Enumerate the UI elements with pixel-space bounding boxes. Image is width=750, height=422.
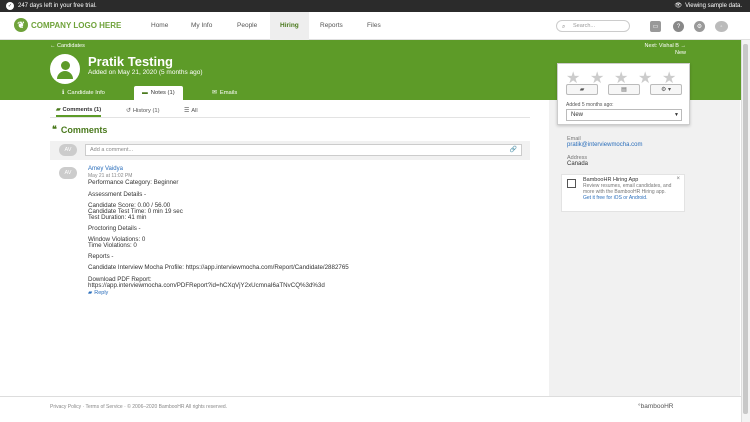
email-candidate-button[interactable]: ▤ [608,84,640,95]
footer-links: Privacy Policy · Terms of Service · © 20… [50,404,227,410]
status-value: New [571,112,584,118]
nav-people[interactable]: People [237,12,257,40]
comment-placeholder: Add a comment... [90,147,134,153]
app-promo-get[interactable]: Get it free for iOS or Android. [583,195,679,202]
subtab-history[interactable]: ↺ History (1) [126,104,160,117]
sample-data-notice[interactable]: 👁 Viewing sample data. [674,2,742,10]
subtab-comments[interactable]: ▰ Comments (1) [56,104,102,117]
add-comment-box: AV Add a comment... 🔗 [50,141,530,160]
tab-candidate-info[interactable]: ℹ Candidate Info [54,86,113,100]
history-icon: ↺ [126,107,131,114]
hiring-app-promo: BambooHR Hiring App Review resumes, emai… [561,174,685,212]
trial-bar: ✓ 247 days left in your free trial. 👁 Vi… [0,0,750,12]
help-icon[interactable]: ? [673,21,684,32]
email-icon: ✉ [212,90,217,96]
added-label: Added 5 months ago: [566,102,614,108]
add-comment-button[interactable]: ▰ [566,84,598,95]
next-candidate-link[interactable]: Next: Vishal B → New [645,43,686,56]
address-value: Canada [567,161,589,167]
comments-icon: ❝ [52,124,57,134]
close-icon[interactable]: × [676,176,680,182]
nav-hiring[interactable]: Hiring [270,12,309,40]
avatar-body [57,71,73,79]
chevron-down-icon: ▼ [674,112,679,118]
inbox-icon[interactable]: ▭ [650,21,661,32]
reply-label: Reply [94,290,109,296]
leaf-icon: ❦ [14,18,28,32]
avatar: AV [59,144,77,156]
calendar-icon: ✓ [6,2,14,10]
search-input[interactable]: ⌕ Search... [556,20,630,32]
main-nav: ❦ COMPANY LOGO HERE Home My Info People … [0,12,750,40]
search-placeholder: Search... [573,23,596,29]
comment-line: Test Duration: 41 min [88,214,147,221]
company-logo[interactable]: ❦ COMPANY LOGO HERE [14,18,121,32]
nav-my-info[interactable]: My Info [191,12,212,40]
note-icon: ▬ [142,90,148,96]
bamboohr-logo: °bambooHR [638,403,674,410]
comment-line: Reports - [88,253,114,260]
breadcrumb-candidates[interactable]: ← Candidates [50,43,85,49]
subtab-all-label: All [191,107,198,114]
subtab-history-label: History (1) [132,107,160,114]
subtab-comments-label: Comments (1) [62,106,102,113]
comment-line: Performance Category: Beginner [88,179,179,186]
logo-text: COMPANY LOGO HERE [31,20,122,30]
user-avatar[interactable]: ◦ [715,21,728,32]
sample-text: Viewing sample data. [685,2,742,9]
info-icon: ℹ [62,90,65,96]
phone-icon [567,179,576,188]
tab-emails-label: Emails [219,90,238,96]
email-link[interactable]: pratik@interviewmocha.com [567,142,642,148]
candidate-name: Pratik Testing [88,54,174,69]
comment-line: https://app.interviewmocha.com/PDFReport… [88,282,325,289]
app-promo-text: Review resumes, email candidates, and mo… [583,183,672,195]
list-icon: ☰ [184,107,190,114]
next-candidate-status: New [674,49,686,56]
reply-button[interactable]: ▰ Reply [88,290,108,296]
nav-reports[interactable]: Reports [320,12,343,40]
nav-files[interactable]: Files [367,12,381,40]
comments-heading: ❝ Comments [52,124,107,135]
candidate-avatar [50,54,80,84]
mail-icon: ▤ [621,87,627,93]
settings-dropdown-button[interactable]: ⚙ ▾ [650,84,682,95]
search-icon: ⌕ [562,24,566,30]
status-select[interactable]: New ▼ [566,109,682,121]
settings-icon[interactable]: ⚙ [694,21,705,32]
privacy-link[interactable]: Privacy Policy [50,404,81,410]
avatar: AV [59,167,77,179]
reply-icon: ▰ [88,290,93,296]
tab-notes[interactable]: ▬ Notes (1) [134,86,183,100]
comment-icon: ▰ [56,106,61,113]
eye-icon: 👁 [674,3,683,9]
gear-icon: ⚙ ▾ [660,87,672,93]
nav-home[interactable]: Home [151,12,168,40]
comment-input[interactable]: Add a comment... 🔗 [85,144,522,156]
comment-line: Time Violations: 0 [88,242,137,249]
comment-line: Assessment Details - [88,191,147,198]
tab-notes-label: Notes (1) [150,90,175,96]
comment-line: Candidate Interview Mocha Profile: https… [88,264,349,271]
scrollbar-thumb[interactable] [743,44,748,414]
comments-title: Comments [60,124,108,135]
terms-link[interactable]: Terms of Service [85,404,122,410]
subtab-all[interactable]: ☰ All [184,104,198,117]
tab-emails[interactable]: ✉ Emails [204,86,245,100]
candidate-added-date: Added on May 21, 2020 (5 months ago) [88,69,203,76]
comment-line: Proctoring Details - [88,225,141,232]
attachment-icon[interactable]: 🔗 [510,145,517,156]
copyright-text: © 2006–2020 BambooHR All rights reserved… [127,404,228,410]
comment-icon: ▰ [579,87,585,93]
trial-text: 247 days left in your free trial. [18,3,97,9]
rating-card: ★ ★ ★ ★ ★ ▰ ▤ ⚙ ▾ Added 5 months ago: Ne… [557,63,690,125]
tab-candidate-info-label: Candidate Info [67,90,105,96]
subtab-divider [50,117,530,118]
app-promo-text-block: Review resumes, email candidates, and mo… [583,183,679,202]
footer-divider [0,396,750,397]
trial-notice: ✓ 247 days left in your free trial. [6,2,97,10]
next-candidate-label: Next: Vishal B → [644,43,686,49]
comment-author[interactable]: Amey Vaidya [88,166,123,172]
avatar-head [60,61,70,70]
